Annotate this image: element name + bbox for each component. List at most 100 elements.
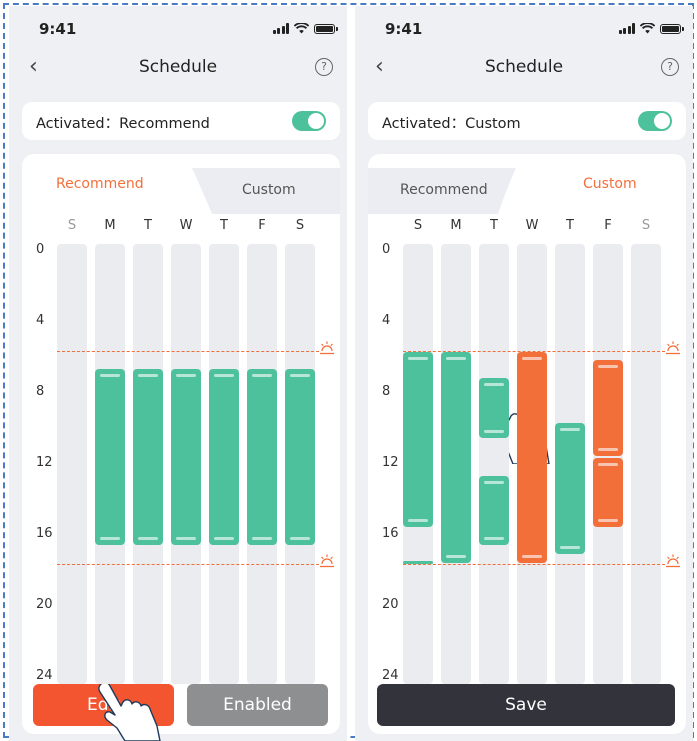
day-label[interactable]: T — [214, 218, 234, 233]
drag-handle-bottom[interactable] — [522, 554, 542, 558]
drag-handle-top[interactable] — [598, 463, 618, 466]
status-time: 9:41 — [39, 20, 77, 38]
sunrise-icon — [320, 341, 334, 354]
enabled-button[interactable]: Enabled — [187, 684, 328, 726]
activated-label: Activated：Custom — [382, 116, 521, 132]
drag-handle-bottom[interactable] — [484, 536, 504, 540]
help-icon[interactable]: ? — [315, 58, 333, 76]
day-column[interactable] — [631, 244, 661, 684]
schedule-block[interactable] — [247, 369, 277, 545]
drag-handle-bottom[interactable] — [176, 536, 196, 540]
page-title: Schedule — [484, 57, 564, 77]
drag-handle-top[interactable] — [484, 383, 504, 387]
drag-handle-bottom[interactable] — [484, 430, 504, 434]
wifi-icon — [640, 23, 655, 34]
status-bar: 9:41 — [9, 6, 347, 50]
schedule-block[interactable] — [133, 369, 163, 545]
day-label[interactable]: F — [598, 218, 618, 233]
drag-handle-top[interactable] — [214, 374, 234, 378]
tab-recommend[interactable]: Recommend — [56, 176, 144, 192]
tab-custom[interactable]: Custom — [583, 176, 637, 192]
drag-handle-top[interactable] — [560, 427, 580, 431]
drag-handle-bottom[interactable] — [446, 554, 466, 558]
schedule-block[interactable] — [593, 458, 623, 527]
activated-row: Activated：Recommend — [22, 102, 340, 140]
schedule-block[interactable] — [517, 351, 547, 563]
drag-handle-top[interactable] — [290, 374, 310, 378]
drag-handle-bottom[interactable] — [598, 519, 618, 522]
hour-label: 4 — [36, 313, 45, 328]
signal-icon — [618, 23, 635, 34]
tab-custom[interactable]: Custom — [242, 182, 296, 198]
phone-screen-custom: 9:41 ‹ Schedule ? Activated：Custom Recom… — [355, 6, 693, 741]
day-label[interactable]: T — [138, 218, 158, 233]
sunset-icon — [320, 554, 334, 567]
day-label[interactable]: M — [100, 218, 120, 233]
signal-icon — [272, 23, 289, 34]
nav-bar: ‹ Schedule ? — [9, 52, 347, 88]
drag-handle-top[interactable] — [522, 356, 542, 360]
hour-label: 8 — [36, 384, 45, 399]
drag-handle-top[interactable] — [138, 374, 158, 378]
schedule-block[interactable] — [593, 360, 623, 456]
save-button[interactable]: Save — [377, 684, 675, 726]
hour-label: 12 — [36, 455, 53, 470]
hour-label: 8 — [382, 384, 391, 399]
tab-recommend[interactable]: Recommend — [400, 182, 488, 198]
day-label[interactable]: T — [560, 218, 580, 233]
schedule-block[interactable] — [479, 378, 509, 439]
day-label[interactable]: W — [522, 218, 542, 233]
toggle-knob — [654, 113, 670, 129]
hour-label: 0 — [382, 242, 391, 257]
drag-handle-top[interactable] — [100, 374, 120, 378]
schedule-block[interactable] — [95, 369, 125, 545]
sunrise-line — [57, 350, 319, 352]
status-time: 9:41 — [385, 20, 423, 38]
hour-label: 16 — [382, 526, 399, 541]
drag-handle-top[interactable] — [408, 356, 428, 360]
drag-handle-top[interactable] — [484, 480, 504, 484]
day-label[interactable]: S — [636, 218, 656, 233]
toggle-knob — [308, 113, 324, 129]
day-label[interactable]: S — [408, 218, 428, 233]
sunrise-line — [403, 350, 665, 352]
schedule-block[interactable] — [285, 369, 315, 545]
drag-handle-top[interactable] — [446, 356, 466, 360]
schedule-block[interactable] — [479, 475, 509, 545]
activated-toggle[interactable] — [638, 111, 672, 131]
schedule-block[interactable] — [403, 351, 433, 527]
drag-handle-bottom[interactable] — [290, 536, 310, 540]
drag-handle-bottom[interactable] — [598, 448, 618, 451]
activated-row: Activated：Custom — [368, 102, 686, 140]
drag-handle-bottom[interactable] — [138, 536, 158, 540]
hour-label: 24 — [382, 668, 399, 683]
drag-handle-bottom[interactable] — [214, 536, 234, 540]
status-bar: 9:41 — [355, 6, 693, 50]
schedule-block[interactable] — [441, 351, 471, 563]
sunset-line — [403, 563, 665, 565]
drag-handle-bottom[interactable] — [100, 536, 120, 540]
day-label[interactable]: W — [176, 218, 196, 233]
schedule-block[interactable] — [555, 422, 585, 554]
sunrise-icon — [666, 341, 680, 354]
day-label[interactable]: M — [446, 218, 466, 233]
schedule-block[interactable] — [171, 369, 201, 545]
day-label[interactable]: S — [62, 218, 82, 233]
day-column[interactable] — [57, 244, 87, 684]
drag-handle-bottom[interactable] — [252, 536, 272, 540]
day-label[interactable]: T — [484, 218, 504, 233]
sunset-line — [57, 563, 319, 565]
day-label[interactable]: F — [252, 218, 272, 233]
drag-handle-top[interactable] — [598, 365, 618, 369]
drag-handle-top[interactable] — [176, 374, 196, 378]
drag-handle-bottom[interactable] — [560, 545, 580, 549]
day-column[interactable] — [479, 244, 509, 684]
activated-toggle[interactable] — [292, 111, 326, 131]
drag-handle-top[interactable] — [252, 374, 272, 378]
activated-label: Activated：Recommend — [36, 116, 210, 132]
day-label[interactable]: S — [290, 218, 310, 233]
schedule-block[interactable] — [209, 369, 239, 545]
drag-handle-bottom[interactable] — [408, 519, 428, 522]
help-icon[interactable]: ? — [661, 58, 679, 76]
status-icons — [272, 23, 338, 34]
